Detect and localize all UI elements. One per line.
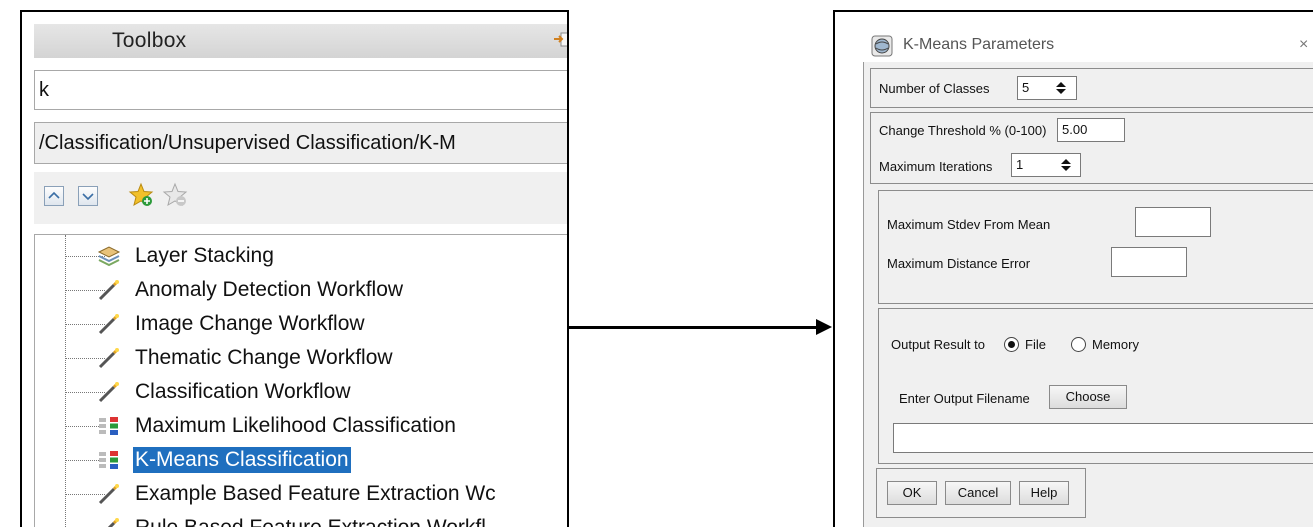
- distance-group: Maximum Stdev From Mean Maximum Distance…: [878, 190, 1313, 304]
- classification-tool-icon: [97, 448, 121, 472]
- output-filename-input[interactable]: [893, 423, 1313, 453]
- tree-item-image-change-workflow[interactable]: Image Change Workflow: [35, 309, 567, 341]
- tree-item-label: Thematic Change Workflow: [135, 346, 393, 369]
- close-icon[interactable]: ×: [1299, 36, 1308, 54]
- connector-arrow-head: [816, 319, 832, 335]
- expand-down-icon[interactable]: [78, 186, 98, 206]
- dock-icon[interactable]: [552, 31, 567, 49]
- output-file-label: File: [1025, 337, 1046, 352]
- tree-item-label: Classification Workflow: [135, 380, 351, 403]
- dialog-title: K-Means Parameters: [903, 36, 1055, 53]
- maximum-stdev-input[interactable]: [1135, 207, 1211, 237]
- number-of-classes-stepper[interactable]: 5: [1017, 76, 1077, 100]
- wand-icon: [97, 516, 121, 527]
- ok-button[interactable]: OK: [887, 481, 937, 505]
- toolbox-tree: Layer Stacking Anomaly Detection Workflo…: [34, 234, 567, 527]
- output-memory-radio[interactable]: [1071, 337, 1086, 352]
- help-button[interactable]: Help: [1019, 481, 1069, 505]
- classes-group: Number of Classes 5: [870, 68, 1313, 108]
- dialog-title-bar: K-Means Parameters ×: [863, 30, 1313, 62]
- tree-item-classification-workflow[interactable]: Classification Workflow: [35, 377, 567, 409]
- tree-item-label: Maximum Likelihood Classification: [135, 414, 456, 437]
- toolbox-path-field: /Classification/Unsupervised Classificat…: [34, 122, 567, 164]
- wand-icon: [97, 312, 121, 336]
- dialog-body: Number of Classes 5 Change Threshold % (…: [863, 62, 1313, 527]
- tree-item-anomaly-detection-workflow[interactable]: Anomaly Detection Workflow: [35, 275, 567, 307]
- maximum-stdev-label: Maximum Stdev From Mean: [887, 217, 1051, 232]
- wand-icon: [97, 278, 121, 302]
- output-group: Output Result to File Memory Enter Outpu…: [878, 308, 1313, 464]
- output-result-label: Output Result to: [891, 337, 985, 352]
- tree-item-label-selected: K-Means Classification: [133, 447, 351, 473]
- tree-item-label: Rule Based Feature Extraction Workfl: [133, 515, 488, 527]
- classification-tool-icon: [97, 414, 121, 438]
- wand-icon: [97, 380, 121, 404]
- spinner-arrows-icon[interactable]: [1059, 157, 1073, 173]
- output-memory-label: Memory: [1092, 337, 1139, 352]
- change-threshold-input[interactable]: 5.00: [1057, 118, 1125, 142]
- tree-item-label: Image Change Workflow: [135, 312, 365, 335]
- add-favorite-star-icon[interactable]: [128, 182, 154, 208]
- choose-button[interactable]: Choose: [1049, 385, 1127, 409]
- maximum-distance-label: Maximum Distance Error: [887, 256, 1031, 271]
- tree-item-label: Anomaly Detection Workflow: [135, 278, 404, 301]
- output-filename-label: Enter Output Filename: [899, 391, 1030, 406]
- change-threshold-label: Change Threshold % (0-100): [879, 123, 1047, 138]
- dialog-button-group: OK Cancel Help: [876, 468, 1086, 518]
- collapse-up-icon[interactable]: [44, 186, 64, 206]
- maximum-distance-input[interactable]: [1111, 247, 1187, 277]
- app-globe-icon: [871, 35, 893, 57]
- tree-item-layer-stacking[interactable]: Layer Stacking: [35, 241, 567, 273]
- wand-icon: [97, 346, 121, 370]
- spinner-arrows-icon[interactable]: [1054, 80, 1068, 96]
- maximum-iterations-label: Maximum Iterations: [879, 159, 993, 174]
- k-means-dialog-frame: K-Means Parameters × Number of Classes 5…: [833, 10, 1313, 527]
- tree-item-rule-based-feature-extraction[interactable]: Rule Based Feature Extraction Workfl: [35, 513, 567, 527]
- output-file-radio[interactable]: [1004, 337, 1019, 352]
- tree-item-label: Layer Stacking: [135, 244, 274, 267]
- remove-favorite-star-icon[interactable]: [162, 182, 188, 208]
- threshold-group: Change Threshold % (0-100) 5.00 Maximum …: [870, 112, 1313, 184]
- toolbox-panel: Toolbox k /Classification/Unsupervised C…: [20, 10, 569, 527]
- tree-item-label: Example Based Feature Extraction Wc: [135, 482, 496, 505]
- tree-item-k-means-classification[interactable]: K-Means Classification: [35, 445, 567, 477]
- toolbox-header: Toolbox: [34, 24, 567, 58]
- wand-icon: [97, 482, 121, 506]
- tree-item-example-based-feature-extraction[interactable]: Example Based Feature Extraction Wc: [35, 479, 567, 511]
- number-of-classes-label: Number of Classes: [879, 81, 990, 96]
- tree-item-thematic-change-workflow[interactable]: Thematic Change Workflow: [35, 343, 567, 375]
- connector-arrow-line: [569, 326, 819, 329]
- tree-item-maximum-likelihood-classification[interactable]: Maximum Likelihood Classification: [35, 411, 567, 443]
- toolbox-search-input[interactable]: k: [34, 70, 567, 110]
- toolbox-title: Toolbox: [112, 29, 187, 52]
- layer-stack-icon: [97, 244, 121, 268]
- cancel-button[interactable]: Cancel: [945, 481, 1011, 505]
- toolbox-toolbar: [34, 172, 567, 224]
